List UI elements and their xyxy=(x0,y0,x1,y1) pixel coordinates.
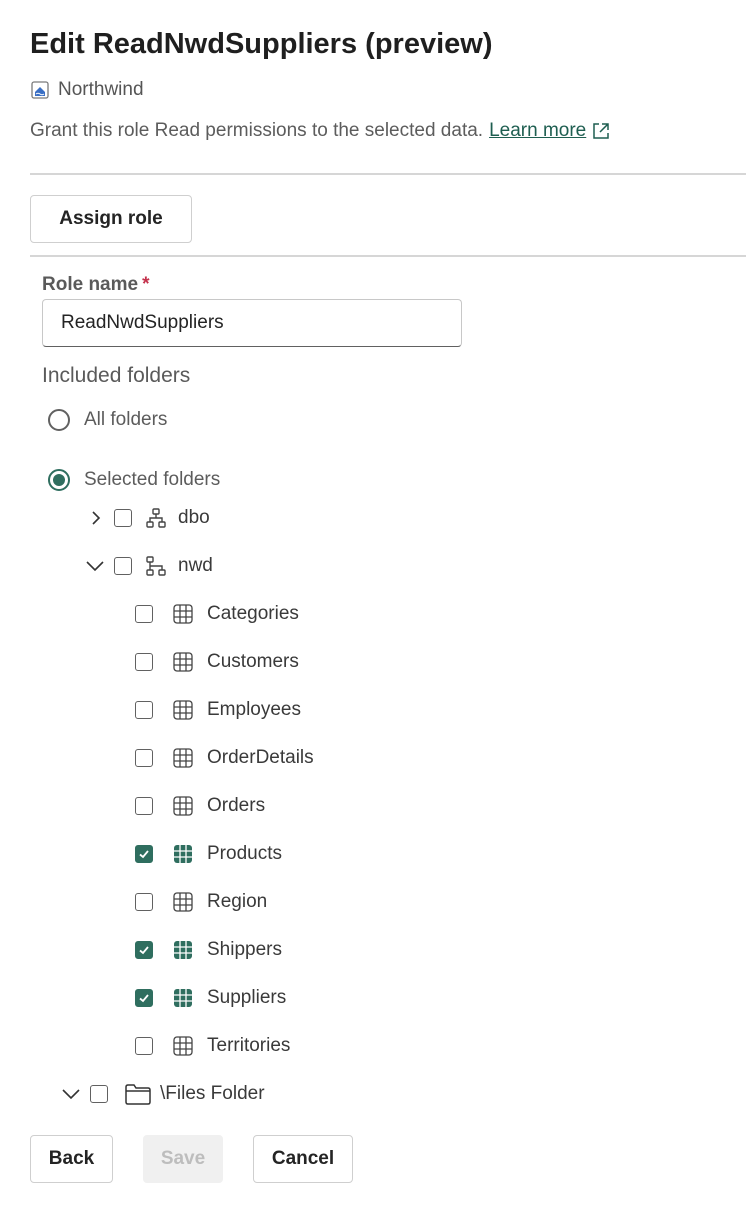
required-marker: * xyxy=(142,274,150,295)
learn-more-link[interactable]: Learn more xyxy=(489,120,586,142)
divider xyxy=(30,173,746,175)
role-name-label: Role name * xyxy=(42,274,150,296)
schema-icon xyxy=(144,506,168,530)
table-label: Region xyxy=(207,891,268,912)
table-checkbox[interactable] xyxy=(135,653,153,671)
workspace-breadcrumb: Northwind xyxy=(30,78,144,102)
role-name-label-text: Role name xyxy=(42,274,139,295)
table-label: Suppliers xyxy=(207,987,287,1008)
table-row[interactable]: Customers xyxy=(135,647,299,677)
role-name-input[interactable]: ReadNwdSuppliers xyxy=(42,299,462,347)
dbo-label: dbo xyxy=(178,507,210,528)
table-icon xyxy=(171,602,195,626)
table-checkbox[interactable] xyxy=(135,749,153,767)
folder-icon xyxy=(124,1082,152,1106)
table-row[interactable]: Employees xyxy=(135,695,301,725)
table-row[interactable]: Territories xyxy=(135,1031,290,1061)
all-folders-option[interactable]: All folders xyxy=(48,409,167,431)
table-icon xyxy=(171,698,195,722)
chevron-down-icon[interactable] xyxy=(86,558,104,574)
assign-role-button[interactable]: Assign role xyxy=(30,195,192,243)
table-checkbox[interactable] xyxy=(135,989,153,1007)
table-checkbox[interactable] xyxy=(135,845,153,863)
selected-folders-radio[interactable] xyxy=(48,469,70,491)
table-row[interactable]: Region xyxy=(135,887,267,917)
external-link-icon[interactable] xyxy=(592,122,610,140)
table-icon xyxy=(171,746,195,770)
table-icon xyxy=(171,650,195,674)
table-icon xyxy=(171,938,195,962)
table-icon xyxy=(171,986,195,1010)
dbo-checkbox[interactable] xyxy=(114,509,132,527)
table-row[interactable]: Orders xyxy=(135,791,265,821)
table-label: Categories xyxy=(207,603,299,624)
table-icon xyxy=(171,842,195,866)
table-row[interactable]: Products xyxy=(135,839,282,869)
workspace-name: Northwind xyxy=(58,79,144,100)
table-label: Products xyxy=(207,843,282,864)
included-folders-heading: Included folders xyxy=(42,364,191,387)
table-label: Customers xyxy=(207,651,299,672)
tree-node-files-folder[interactable]: \Files Folder xyxy=(62,1079,265,1109)
back-button[interactable]: Back xyxy=(30,1135,113,1183)
table-label: Shippers xyxy=(207,939,282,960)
selected-folders-label: Selected folders xyxy=(84,469,221,490)
table-label: Orders xyxy=(207,795,266,816)
table-icon xyxy=(171,890,195,914)
table-row[interactable]: OrderDetails xyxy=(135,743,314,773)
tree-node-dbo[interactable]: dbo xyxy=(88,503,210,533)
cancel-button[interactable]: Cancel xyxy=(253,1135,353,1183)
table-label: Employees xyxy=(207,699,301,720)
table-label: OrderDetails xyxy=(207,747,314,768)
description: Grant this role Read permissions to the … xyxy=(30,120,610,142)
files-folder-label: \Files Folder xyxy=(160,1083,265,1104)
divider xyxy=(30,255,746,257)
description-text: Grant this role Read permissions to the … xyxy=(30,120,484,141)
table-checkbox[interactable] xyxy=(135,701,153,719)
table-row[interactable]: Categories xyxy=(135,599,299,629)
lakehouse-icon xyxy=(30,80,50,100)
table-checkbox[interactable] xyxy=(135,1037,153,1055)
table-checkbox[interactable] xyxy=(135,941,153,959)
table-checkbox[interactable] xyxy=(135,893,153,911)
chevron-right-icon[interactable] xyxy=(88,510,104,526)
table-checkbox[interactable] xyxy=(135,797,153,815)
table-row[interactable]: Suppliers xyxy=(135,983,286,1013)
nwd-checkbox[interactable] xyxy=(114,557,132,575)
chevron-down-icon[interactable] xyxy=(62,1086,80,1102)
table-row[interactable]: Shippers xyxy=(135,935,282,965)
files-folder-checkbox[interactable] xyxy=(90,1085,108,1103)
table-checkbox[interactable] xyxy=(135,605,153,623)
schema-icon xyxy=(144,554,168,578)
all-folders-radio[interactable] xyxy=(48,409,70,431)
all-folders-label: All folders xyxy=(84,409,168,430)
table-icon xyxy=(171,794,195,818)
page-title: Edit ReadNwdSuppliers (preview) xyxy=(30,28,493,60)
tree-node-nwd[interactable]: nwd xyxy=(86,551,213,581)
table-label: Territories xyxy=(207,1035,291,1056)
nwd-label: nwd xyxy=(178,555,213,576)
table-icon xyxy=(171,1034,195,1058)
selected-folders-option[interactable]: Selected folders xyxy=(48,469,220,491)
save-button[interactable]: Save xyxy=(143,1135,223,1183)
